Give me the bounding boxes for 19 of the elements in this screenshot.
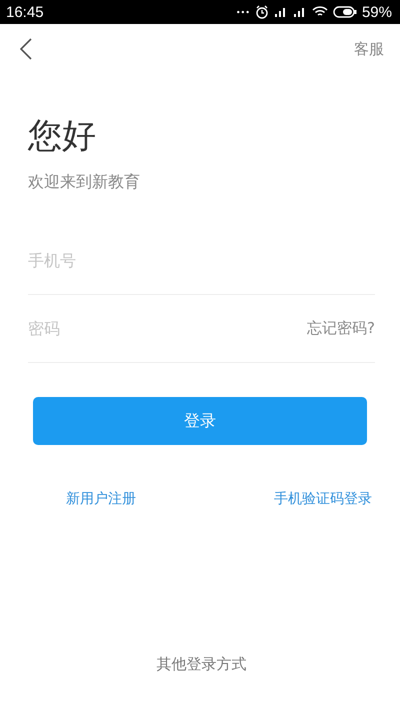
- battery-icon: [332, 6, 357, 18]
- password-input-field[interactable]: 密码: [28, 308, 308, 348]
- back-button[interactable]: [20, 38, 32, 60]
- forgot-password-link[interactable]: 忘记密码?: [307, 319, 375, 338]
- signal-icon: [274, 6, 288, 18]
- battery-percentage: 59%: [362, 4, 392, 20]
- customer-service-link[interactable]: 客服: [354, 40, 384, 58]
- status-time: 16:45: [6, 4, 44, 20]
- signal-icon: [292, 6, 307, 18]
- alarm-icon: [254, 5, 269, 19]
- wifi-icon: [312, 6, 328, 18]
- welcome-subtitle: 欢迎来到新教育: [28, 172, 141, 193]
- login-button[interactable]: 登录: [33, 397, 367, 445]
- other-login-methods-link[interactable]: 其他登录方式: [156, 655, 246, 674]
- sms-login-link[interactable]: 手机验证码登录: [274, 490, 372, 508]
- notification-dots: •••: [236, 8, 250, 16]
- phone-input-field[interactable]: 手机号: [28, 240, 375, 280]
- greeting-title: 您好: [28, 115, 97, 158]
- register-link[interactable]: 新用户注册: [66, 490, 136, 508]
